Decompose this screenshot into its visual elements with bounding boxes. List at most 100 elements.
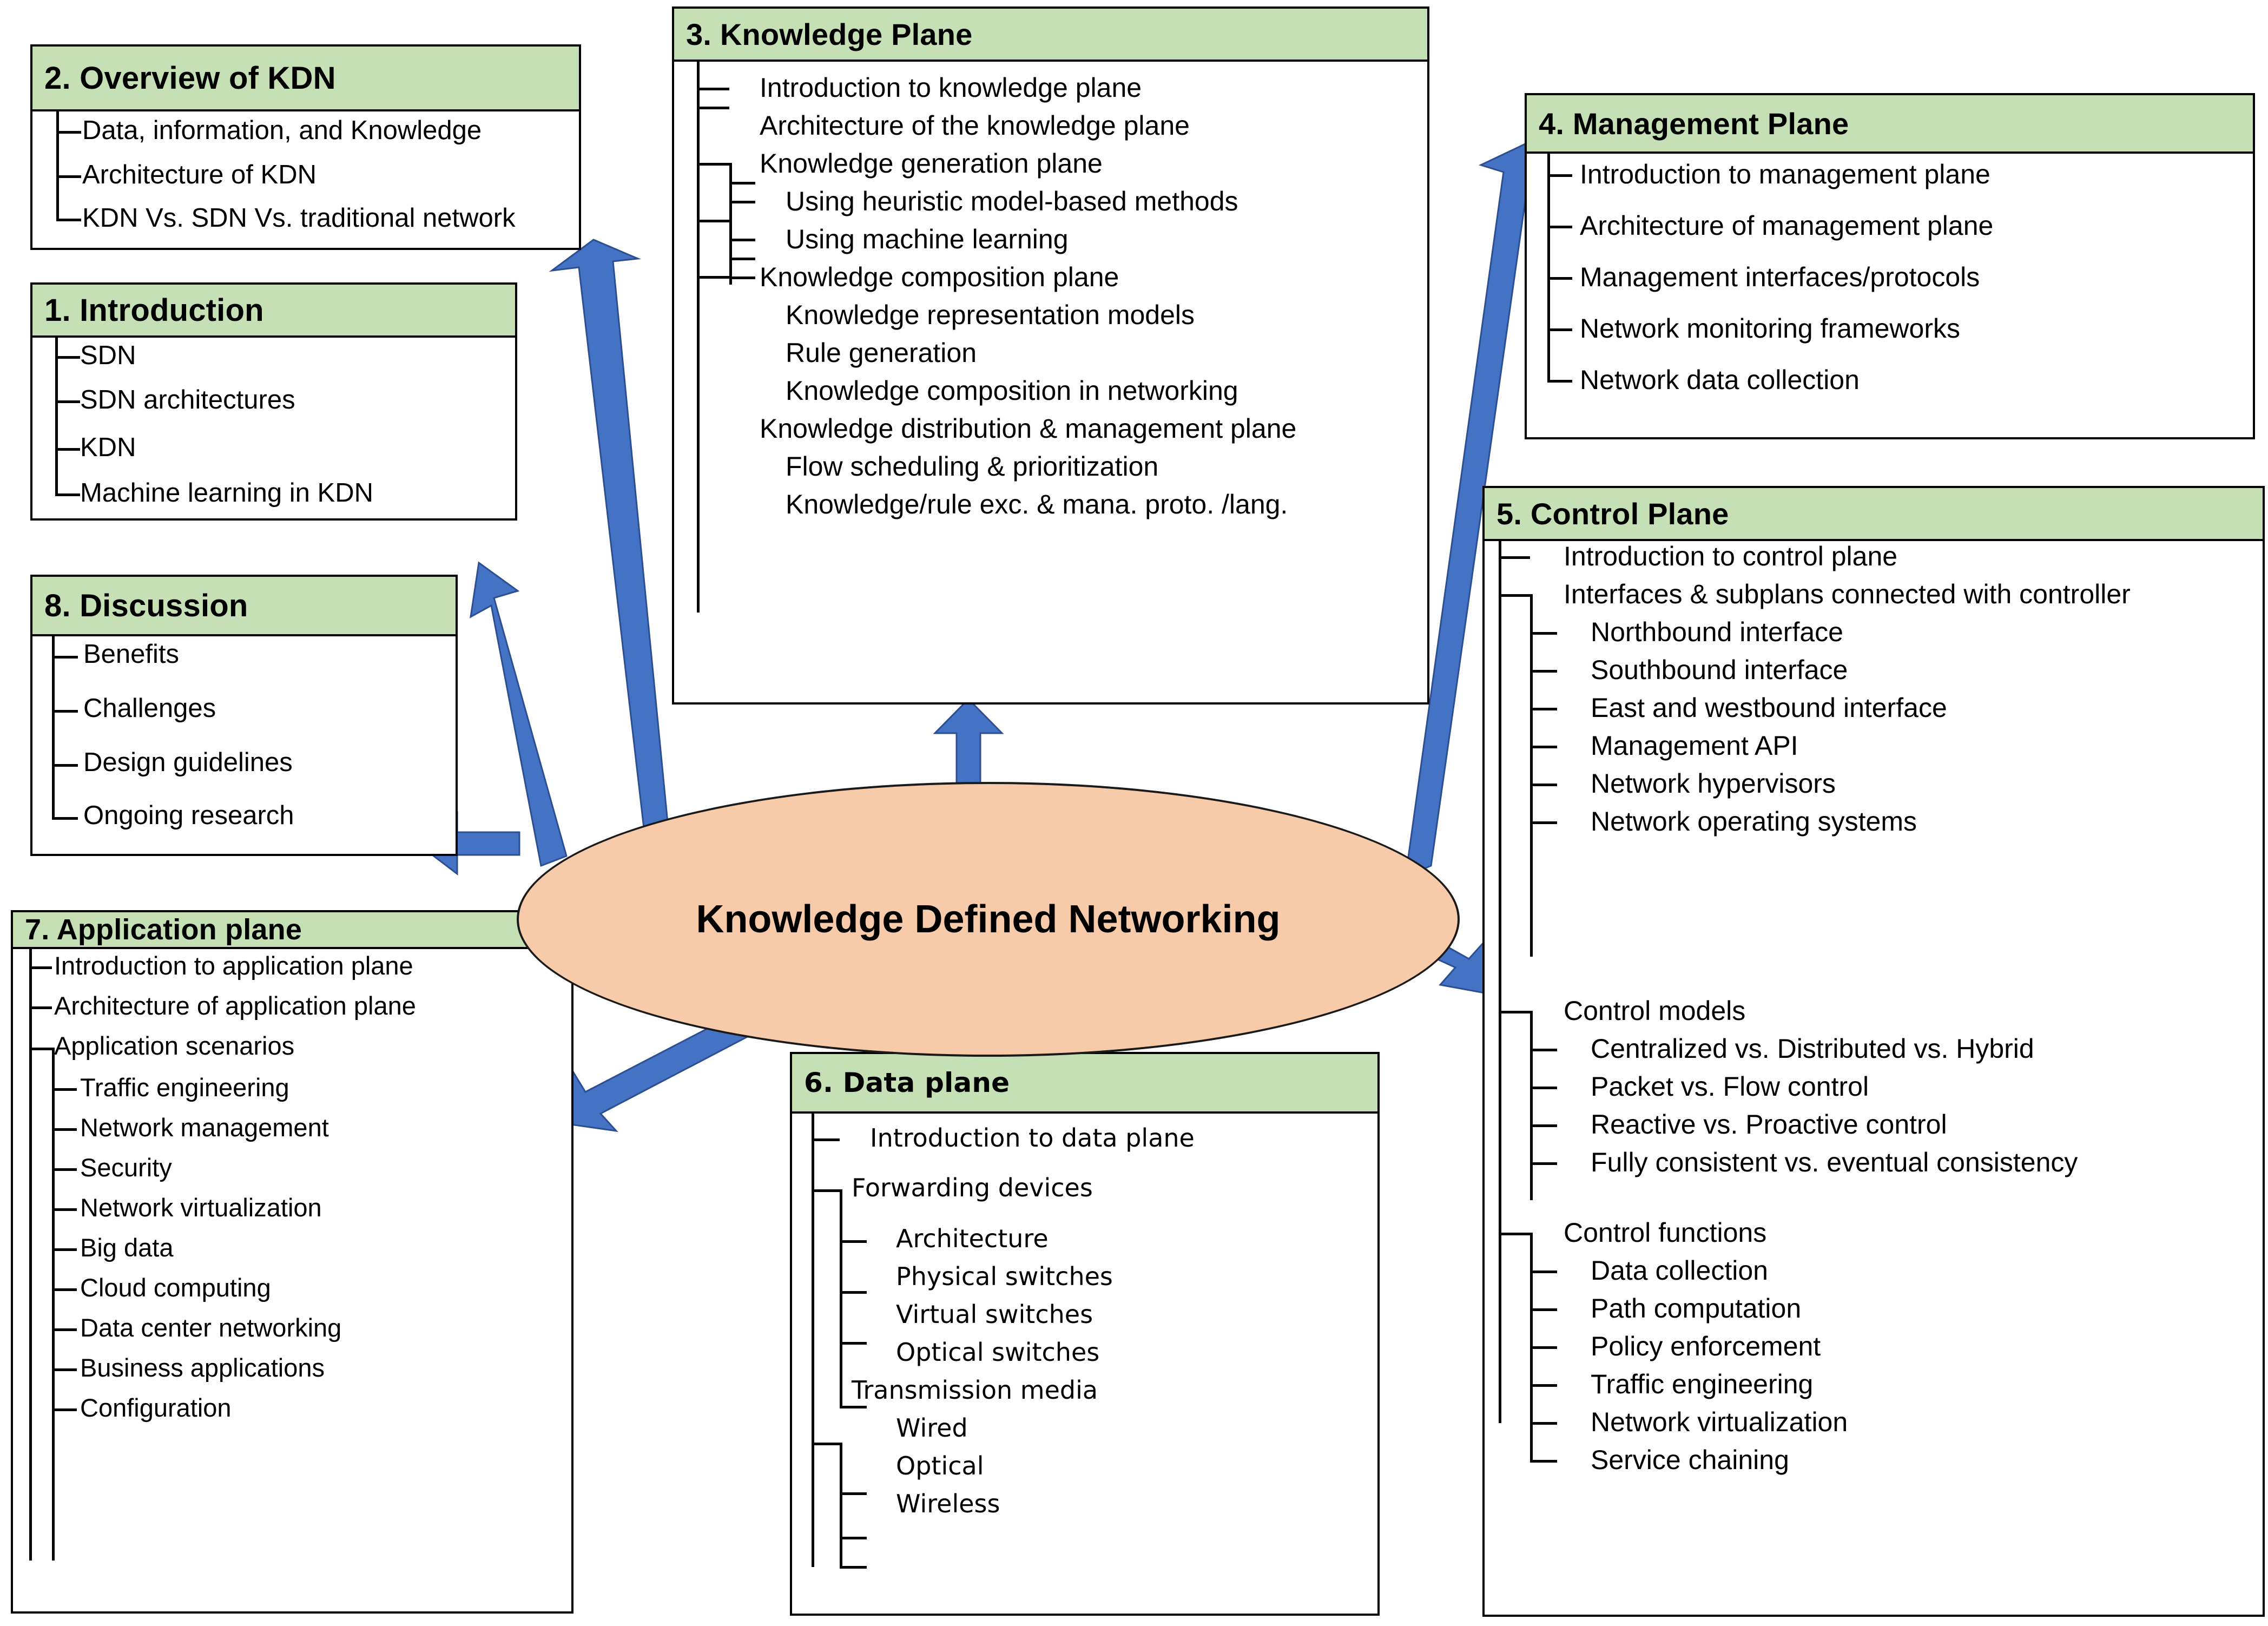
tree-subbranch [52, 1368, 77, 1371]
tree-subbranch [1530, 1308, 1557, 1311]
tree-branch [52, 656, 78, 659]
section-header-data-plane: 6. Data plane [792, 1054, 1377, 1114]
tree-item-label: Data, information, and Knowledge [82, 116, 482, 145]
tree-item-label: Introduction to application plane [54, 951, 413, 980]
tree-subbranch [1530, 746, 1557, 748]
tree-item-label: Path computation [1591, 1293, 1802, 1324]
tree-trunk [55, 338, 58, 495]
section-title-knowledge-plane: 3. Knowledge Plane [686, 17, 973, 51]
tree-branch [29, 1048, 52, 1050]
tree-item-label: Big data [80, 1233, 174, 1262]
section-box-application-plane[interactable]: 7. Application plane Introduction to app… [11, 910, 573, 1614]
section-body-discussion: Benefits Challenges Design guidelines On… [32, 636, 456, 858]
section-title-data-plane: 6. Data plane [804, 1067, 1010, 1098]
tree-item-label: Management API [1591, 730, 1798, 761]
tree-subbranch [729, 258, 755, 260]
tree-item-label: Southbound interface [1591, 655, 1848, 685]
tree-branch [1499, 1233, 1530, 1235]
section-body-knowledge-plane: Introduction to knowledge plane Architec… [674, 62, 1427, 702]
tree-item-label: Machine learning in KDN [80, 478, 373, 508]
tree-item-label: Data collection [1591, 1255, 1768, 1286]
tree-subbranch [729, 182, 755, 185]
arrow-center-to-overview [549, 239, 669, 829]
tree-item-label: Architecture of the knowledge plane [760, 110, 1190, 141]
tree-item-label: Ongoing research [83, 801, 294, 830]
tree-subbranch [840, 1537, 867, 1539]
section-box-control-plane[interactable]: 5. Control Plane Introduction to control… [1482, 486, 2265, 1617]
section-body-data-plane: Introduction to data plane Forwarding de… [792, 1114, 1377, 1614]
tree-item-label: Management interfaces/protocols [1580, 262, 1980, 292]
tree-item-label: Network virtualization [1591, 1407, 1848, 1437]
tree-item-label: Knowledge composition in networking [786, 376, 1238, 406]
tree-item-label: Network data collection [1580, 365, 1860, 395]
section-title-overview: 2. Overview of KDN [44, 60, 336, 96]
tree-branch [29, 1006, 52, 1009]
tree-subbranch [52, 1168, 77, 1171]
section-body-introduction: SDN SDN architectures KDN Machine learni… [32, 338, 515, 518]
tree-branch [1547, 380, 1572, 383]
tree-branch [1499, 1011, 1530, 1013]
section-box-management-plane[interactable]: 4. Management Plane Introduction to mana… [1525, 93, 2255, 439]
tree-branch [1499, 556, 1530, 559]
section-title-management-plane: 4. Management Plane [1539, 106, 1849, 141]
tree-branch [697, 220, 729, 222]
section-body-overview: Data, information, and Knowledge Archite… [32, 111, 579, 250]
tree-item-label: Business applications [80, 1353, 325, 1382]
tree-branch [52, 817, 78, 820]
section-title-control-plane: 5. Control Plane [1496, 496, 1729, 531]
tree-item-label: Data center networking [80, 1313, 342, 1342]
tree-subbranch [1530, 784, 1557, 786]
tree-subbranch [52, 1328, 77, 1331]
tree-branch [56, 175, 81, 178]
tree-item-label: Control models [1564, 996, 1746, 1026]
section-box-discussion[interactable]: 8. Discussion Benefits Challenges Design… [30, 575, 458, 856]
section-box-data-plane[interactable]: 6. Data plane Introduction to data plane… [790, 1052, 1380, 1616]
tree-branch [1547, 328, 1572, 331]
tree-trunk [1499, 541, 1501, 1423]
tree-subbranch [729, 201, 755, 203]
tree-item-label: Design guidelines [83, 748, 293, 777]
section-title-discussion: 8. Discussion [44, 588, 248, 623]
tree-branch [29, 966, 52, 969]
tree-item-label: Rule generation [786, 338, 977, 368]
tree-branch [56, 219, 81, 221]
tree-subbranch [52, 1088, 77, 1091]
tree-subbranch [1530, 1384, 1557, 1387]
tree-item-label: Wireless [896, 1489, 1000, 1518]
section-header-introduction: 1. Introduction [32, 285, 515, 338]
tree-branch [1499, 594, 1530, 597]
tree-subbranch [1530, 1087, 1557, 1089]
tree-branch [1547, 226, 1572, 228]
tree-item-label: Security [80, 1153, 172, 1182]
central-node-label: Knowledge Defined Networking [696, 898, 1281, 941]
tree-item-label: Knowledge/rule exc. & mana. proto. /lang… [786, 489, 1288, 519]
tree-branch [1547, 277, 1572, 280]
tree-item-label: Packet vs. Flow control [1591, 1071, 1869, 1102]
tree-branch [697, 163, 729, 166]
section-box-knowledge-plane[interactable]: 3. Knowledge Plane Introduction to knowl… [672, 6, 1429, 705]
tree-item-label: Fully consistent vs. eventual consistenc… [1591, 1147, 2078, 1177]
tree-item-label: Wired [896, 1413, 968, 1443]
tree-subbranch [1530, 708, 1557, 710]
tree-subbranch [52, 1408, 77, 1411]
tree-item-label: Flow scheduling & prioritization [786, 451, 1159, 482]
tree-item-label: Using machine learning [786, 224, 1069, 254]
section-header-control-plane: 5. Control Plane [1485, 488, 2263, 541]
tree-branch [55, 493, 80, 496]
tree-item-label: Control functions [1564, 1217, 1767, 1248]
tree-subbranch [840, 1291, 867, 1294]
tree-branch [697, 88, 729, 90]
central-node-knowledge-defined-networking[interactable]: Knowledge Defined Networking [517, 782, 1460, 1057]
tree-item-label: Network operating systems [1591, 806, 1917, 837]
tree-item-label: Physical switches [896, 1262, 1113, 1291]
tree-subbranch [840, 1240, 867, 1243]
tree-subbranch [1530, 821, 1557, 824]
tree-item-label: Challenges [83, 694, 216, 723]
tree-subbranch [840, 1342, 867, 1345]
section-box-introduction[interactable]: 1. Introduction SDN SDN architectures KD… [30, 282, 517, 521]
tree-item-label: Knowledge representation models [786, 300, 1195, 330]
section-body-management-plane: Introduction to management plane Archite… [1527, 154, 2253, 437]
tree-item-label: Network monitoring frameworks [1580, 313, 1960, 344]
section-box-overview[interactable]: 2. Overview of KDN Data, information, an… [30, 44, 581, 250]
tree-branch [56, 131, 81, 134]
